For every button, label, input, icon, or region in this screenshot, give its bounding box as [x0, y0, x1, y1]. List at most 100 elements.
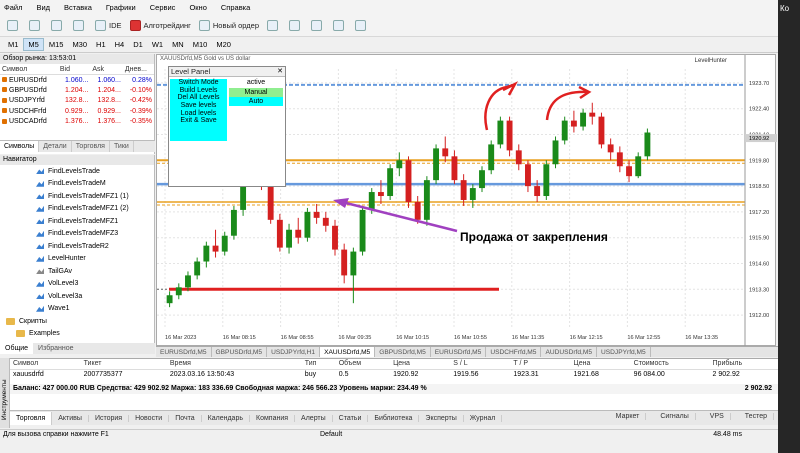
menu-help[interactable]: Справка [221, 3, 250, 12]
ide-button[interactable]: IDE [92, 17, 125, 33]
timeframe-m10[interactable]: M10 [189, 39, 212, 50]
menu-tools[interactable]: Сервис [150, 3, 176, 12]
navigator-item[interactable]: TailGAv [0, 265, 154, 278]
market-watch-button[interactable] [48, 17, 68, 33]
menu-view[interactable]: Вид [36, 3, 50, 12]
navigator-item[interactable]: VolLevel3 [0, 278, 154, 291]
column-header[interactable]: Цена [570, 359, 631, 370]
column-header[interactable]: T / P [510, 359, 571, 370]
market-row[interactable]: EURUSDrfd 1.060... 1.060... 0.28% [0, 75, 154, 86]
toolbox-tab[interactable]: История [89, 414, 130, 422]
chart-tab[interactable]: EURUSDrfd,M5 [431, 347, 487, 357]
column-header[interactable]: Символ [10, 359, 81, 370]
chart-tab[interactable]: AUDUSDrfd,M5 [541, 347, 598, 357]
menu-charts[interactable]: Графики [106, 3, 136, 12]
exit-save-button[interactable]: Exit & Save [170, 117, 227, 125]
toolbox-link[interactable]: Тестер [739, 413, 774, 420]
menu-insert[interactable]: Вставка [64, 3, 92, 12]
navigator-item[interactable]: LevelHunter [0, 253, 154, 266]
toolbox-tab[interactable]: Эксперты [419, 414, 464, 422]
algo-trading-button[interactable]: Алготрейдинг [127, 17, 194, 33]
chart-tab[interactable]: USDCHFrfd,M5 [486, 347, 542, 357]
toolbox-tab[interactable]: Календарь [202, 414, 250, 422]
navigator-folder[interactable]: Examples [0, 328, 154, 341]
column-header[interactable]: Время [166, 359, 302, 370]
candle-chart-button[interactable] [286, 17, 306, 33]
toolbox-tab[interactable]: Новости [129, 414, 170, 422]
market-tab[interactable]: Символы [0, 141, 40, 152]
column-header[interactable]: Тип [301, 359, 336, 370]
column-header[interactable]: Стоимость [630, 359, 710, 370]
toolbox-link[interactable]: VPS [704, 413, 731, 420]
navigator-folder[interactable]: Скрипты [0, 315, 154, 328]
market-row[interactable]: USDJPYrfd 132.8... 132.8... -0.42% [0, 96, 154, 107]
profiles-button[interactable] [26, 17, 46, 33]
mode-auto[interactable]: Auto [229, 97, 283, 106]
column-header[interactable]: S / L [450, 359, 511, 370]
navigator-item[interactable]: FindLevelsTradeMFZ1 (2) [0, 203, 154, 216]
toolbox-tab[interactable]: Алерты [295, 414, 333, 422]
timeframe-mn[interactable]: MN [168, 39, 188, 50]
toolbox-tab[interactable]: Компания [250, 414, 296, 422]
market-row[interactable]: GBPUSDrfd 1.204... 1.204... -0.10% [0, 85, 154, 96]
new-chart-button[interactable] [4, 17, 24, 33]
toolbox-tab[interactable]: Библиотека [368, 414, 420, 422]
timeframe-d1[interactable]: D1 [129, 39, 147, 50]
zoom-in-button[interactable] [330, 17, 350, 33]
navigator-item[interactable]: FindLevelsTradeM [0, 178, 154, 191]
column-header[interactable]: Объем [335, 359, 391, 370]
level-panel[interactable]: Level Panel ✕ Switch Mode Build Levels D… [168, 66, 286, 187]
chart-tab[interactable]: GBPUSDrfd,M5 [375, 347, 431, 357]
timeframe-h1[interactable]: H1 [92, 39, 110, 50]
chart-tab[interactable]: XAUUSDrfd,M5 [320, 347, 376, 357]
market-tab[interactable]: Детали [39, 141, 72, 152]
close-icon[interactable]: ✕ [277, 67, 283, 75]
del-all-levels-button[interactable]: Del All Levels [170, 94, 227, 102]
toolbox-tab[interactable]: Журнал [464, 414, 503, 422]
column-header[interactable]: Цена [390, 359, 451, 370]
timeframe-m30[interactable]: M30 [68, 39, 91, 50]
toolbox-link[interactable]: Маркет [610, 413, 647, 420]
menu-window[interactable]: Окно [189, 3, 206, 12]
market-tab[interactable]: Торговля [72, 141, 110, 152]
navigator-item[interactable]: FindLevelsTradeMFZ1 (1) [0, 190, 154, 203]
toolbox-tab[interactable]: Почта [169, 414, 202, 422]
table-row[interactable]: xauusdrfd 2007735377 2023.03.16 13:50:43 bu… [10, 369, 778, 379]
market-row[interactable]: USDCADrfd 1.376... 1.376... -0.35% [0, 117, 154, 128]
chart-tab[interactable]: USDJPYrfd,H1 [267, 347, 321, 357]
toolbox-tab[interactable]: Активы [52, 414, 89, 422]
navigator-item[interactable]: FindLevelsTradeMFZ1 [0, 215, 154, 228]
line-chart-button[interactable] [308, 17, 328, 33]
col-change[interactable]: Днев... [122, 64, 154, 75]
timeframe-m1[interactable]: M1 [4, 39, 22, 50]
navigator-button[interactable] [70, 17, 90, 33]
build-levels-button[interactable]: Build Levels [170, 87, 227, 95]
toolbox-link[interactable]: Сигналы [654, 413, 696, 420]
navigator-item[interactable]: Wave1 [0, 303, 154, 316]
navigator-tab[interactable]: Общие [0, 343, 34, 354]
switch-mode-button[interactable]: Switch Mode [170, 79, 227, 87]
column-header[interactable]: Тикет [80, 359, 167, 370]
navigator-item[interactable]: FindLevelsTrade [0, 165, 154, 178]
timeframe-m5[interactable]: M5 [23, 38, 44, 51]
chart-tab[interactable]: USDJPYrfd,M5 [597, 347, 651, 357]
menu-file[interactable]: Файл [4, 3, 22, 12]
navigator-item[interactable]: FindLevelsTradeR2 [0, 240, 154, 253]
market-tab[interactable]: Тики [110, 141, 134, 152]
column-header[interactable]: Прибыль [709, 359, 778, 370]
toolbox-tab[interactable]: Статьи [333, 414, 369, 422]
timeframe-h4[interactable]: H4 [111, 39, 129, 50]
mode-manual[interactable]: Manual [229, 88, 283, 97]
col-symbol[interactable]: Символ [0, 64, 58, 75]
navigator-tab[interactable]: Избранное [33, 343, 78, 354]
save-levels-button[interactable]: Save levels [170, 102, 227, 110]
load-levels-button[interactable]: Load levels [170, 110, 227, 118]
timeframe-m20[interactable]: M20 [212, 39, 235, 50]
bar-chart-button[interactable] [264, 17, 284, 33]
timeframe-m15[interactable]: M15 [45, 39, 68, 50]
col-ask[interactable]: Ask [90, 64, 123, 75]
new-order-button[interactable]: Новый ордер [196, 17, 262, 33]
timeframe-w1[interactable]: W1 [148, 39, 167, 50]
chart-tab[interactable]: GBPUSDrfd,M5 [212, 347, 268, 357]
navigator-item[interactable]: FindLevelsTradeMFZ3 [0, 228, 154, 241]
